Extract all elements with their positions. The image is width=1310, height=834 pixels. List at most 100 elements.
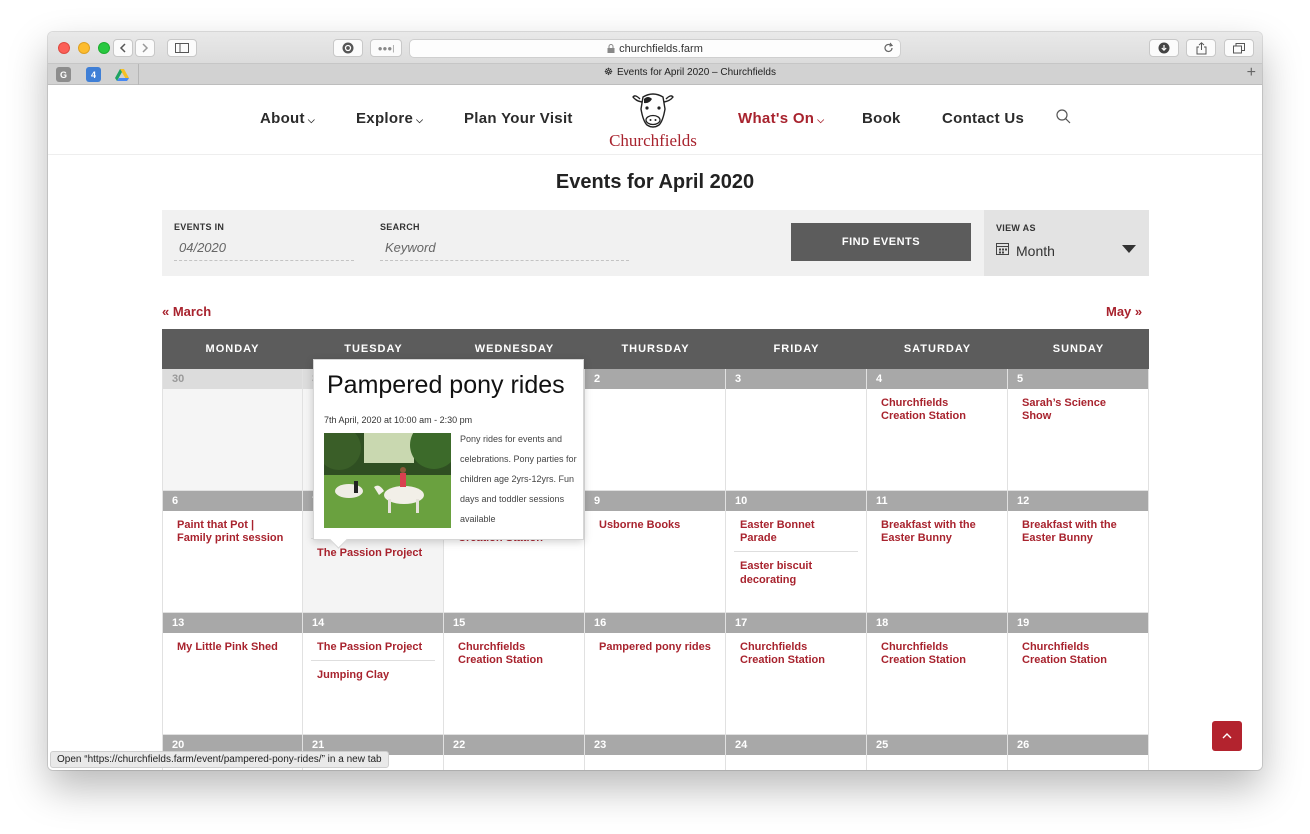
day-number[interactable]: 16 — [585, 613, 725, 633]
day-number[interactable]: 19 — [1008, 613, 1148, 633]
event-link[interactable]: Breakfast with the Easter Bunny — [875, 511, 999, 551]
chevron-down-icon: ⌵ — [817, 115, 825, 125]
weekday-header: THURSDAY — [621, 343, 690, 355]
day-number[interactable]: 11 — [867, 491, 1007, 511]
password-extension-button[interactable]: ●●●| — [370, 39, 402, 57]
event-link[interactable]: Churchfields Creation Station — [452, 633, 576, 673]
search-icon[interactable] — [1056, 109, 1071, 124]
events-in-input[interactable]: 04/2020 — [174, 240, 354, 261]
calendar-weeks: 30311234Churchfields Creation Station5Sa… — [162, 369, 1149, 770]
site-logo[interactable]: Churchfields — [604, 91, 702, 151]
calendar-day-cell: 13 My Little Pink Shed — [162, 613, 303, 735]
weekday-header: SUNDAY — [1052, 343, 1105, 355]
day-number[interactable]: 17 — [726, 613, 866, 633]
day-number[interactable]: 25 — [867, 735, 1007, 755]
event-link[interactable]: The Passion Project — [311, 633, 435, 660]
event-link[interactable]: Churchfields Creation Station — [875, 633, 999, 673]
event-link[interactable]: Easter biscuit decorating — [734, 551, 858, 592]
day-number[interactable]: 12 — [1008, 491, 1148, 511]
event-link[interactable]: Churchfields Creation Station — [1016, 633, 1140, 673]
chevron-right-icon — [142, 43, 149, 53]
calendar-week-row: 13 My Little Pink Shed 14 The Passion Proje… — [162, 613, 1149, 735]
back-button[interactable] — [113, 39, 133, 57]
day-number[interactable]: 9 — [585, 491, 725, 511]
nav-book[interactable]: Book — [862, 110, 901, 127]
link-status-bar: Open “https://churchfields.farm/event/pa… — [50, 751, 389, 768]
minimize-window-button[interactable] — [78, 42, 90, 54]
day-number[interactable]: 26 — [1008, 735, 1148, 755]
tabs-overview-button[interactable] — [1224, 39, 1254, 57]
chevron-left-icon — [119, 43, 126, 53]
back-to-top-button[interactable] — [1212, 721, 1242, 751]
view-as-selector[interactable]: VIEW AS Month — [984, 210, 1149, 276]
event-link[interactable]: My Little Pink Shed — [171, 633, 294, 660]
chevron-down-icon: ⌵ — [416, 115, 424, 125]
nav-explore[interactable]: Explore ⌵ — [356, 110, 423, 127]
active-tab[interactable]: ☸ Events for April 2020 – Churchfields — [138, 67, 1242, 78]
event-link[interactable]: Jumping Clay — [311, 660, 435, 688]
event-link[interactable]: Pampered pony rides — [593, 633, 717, 660]
calendar-day-cell: 23 — [585, 735, 726, 770]
extension-button[interactable] — [333, 39, 363, 57]
day-number[interactable]: 24 — [726, 735, 866, 755]
find-events-button[interactable]: FIND EVENTS — [791, 223, 971, 261]
day-number[interactable]: 22 — [444, 735, 584, 755]
calendar-day-cell: 18 Churchfields Creation Station — [867, 613, 1008, 735]
calendar-day-cell: 2 — [585, 369, 726, 491]
drive-favicon[interactable] — [114, 67, 129, 82]
calendar-day-cell: 24 — [726, 735, 867, 770]
calendar-favicon[interactable]: 4 — [86, 67, 101, 82]
drive-icon — [114, 68, 129, 81]
event-link[interactable]: Usborne Books — [593, 511, 717, 538]
close-window-button[interactable] — [58, 42, 70, 54]
calendar-day-cell: 26 — [1008, 735, 1149, 770]
calendar-day-cell: 6 Paint that Pot | Family print session — [162, 491, 303, 613]
tooltip-date: 7th April, 2020 at 10:00 am - 2:30 pm — [324, 415, 473, 425]
event-link[interactable]: Paint that Pot | Family print session — [171, 511, 294, 551]
event-tooltip: Pampered pony rides 7th April, 2020 at 1… — [313, 359, 584, 540]
calendar-day-cell: 14 The Passion Project Jumping Clay — [303, 613, 444, 735]
nav-explore-label: Explore — [356, 110, 414, 127]
google-favicon[interactable]: G — [56, 67, 71, 82]
day-number[interactable]: 10 — [726, 491, 866, 511]
event-link[interactable]: Breakfast with the Easter Bunny — [1016, 511, 1140, 551]
day-number[interactable]: 30 — [163, 369, 302, 389]
downloads-button[interactable] — [1149, 39, 1179, 57]
calendar-day-cell: 3 — [726, 369, 867, 491]
share-button[interactable] — [1186, 39, 1216, 57]
new-tab-button[interactable]: + — [1247, 64, 1256, 82]
search-input[interactable]: Keyword — [380, 240, 629, 261]
day-number[interactable]: 15 — [444, 613, 584, 633]
address-bar[interactable]: churchfields.farm — [409, 39, 901, 58]
nav-plan-your-visit[interactable]: Plan Your Visit — [464, 110, 573, 127]
event-link[interactable]: Churchfields Creation Station — [875, 389, 999, 429]
forward-button[interactable] — [135, 39, 155, 57]
day-number[interactable]: 3 — [726, 369, 866, 389]
day-number[interactable]: 13 — [163, 613, 302, 633]
calendar-header-row: MONDAY TUESDAY WEDNESDAY THURSDAY FRIDAY… — [162, 329, 1149, 369]
event-link[interactable]: Easter Bonnet Parade — [734, 511, 858, 551]
share-icon — [1196, 41, 1206, 54]
search-label: SEARCH — [380, 222, 420, 232]
previous-month-link[interactable]: « March — [162, 304, 211, 319]
next-month-link[interactable]: May » — [1106, 304, 1142, 319]
view-as-value: Month — [1016, 243, 1055, 259]
reload-icon[interactable] — [883, 42, 894, 54]
zoom-window-button[interactable] — [98, 42, 110, 54]
event-link[interactable]: The Passion Project — [311, 538, 435, 566]
day-number[interactable]: 14 — [303, 613, 443, 633]
day-number[interactable]: 5 — [1008, 369, 1148, 389]
day-number[interactable]: 18 — [867, 613, 1007, 633]
event-link[interactable]: Churchfields Creation Station — [734, 633, 858, 673]
calendar-day-cell: 4 Churchfields Creation Station — [867, 369, 1008, 491]
nav-about[interactable]: About ⌵ — [260, 110, 315, 127]
day-number[interactable]: 4 — [867, 369, 1007, 389]
nav-whats-on[interactable]: What's On ⌵ — [738, 110, 824, 127]
day-number[interactable]: 6 — [163, 491, 302, 511]
calendar-day-cell: 5 Sarah’s Science Show — [1008, 369, 1149, 491]
nav-contact-us[interactable]: Contact Us — [942, 110, 1024, 127]
sidebar-button[interactable] — [167, 39, 197, 57]
event-link[interactable]: Sarah’s Science Show — [1016, 389, 1140, 429]
day-number[interactable]: 23 — [585, 735, 725, 755]
day-number[interactable]: 2 — [585, 369, 725, 389]
